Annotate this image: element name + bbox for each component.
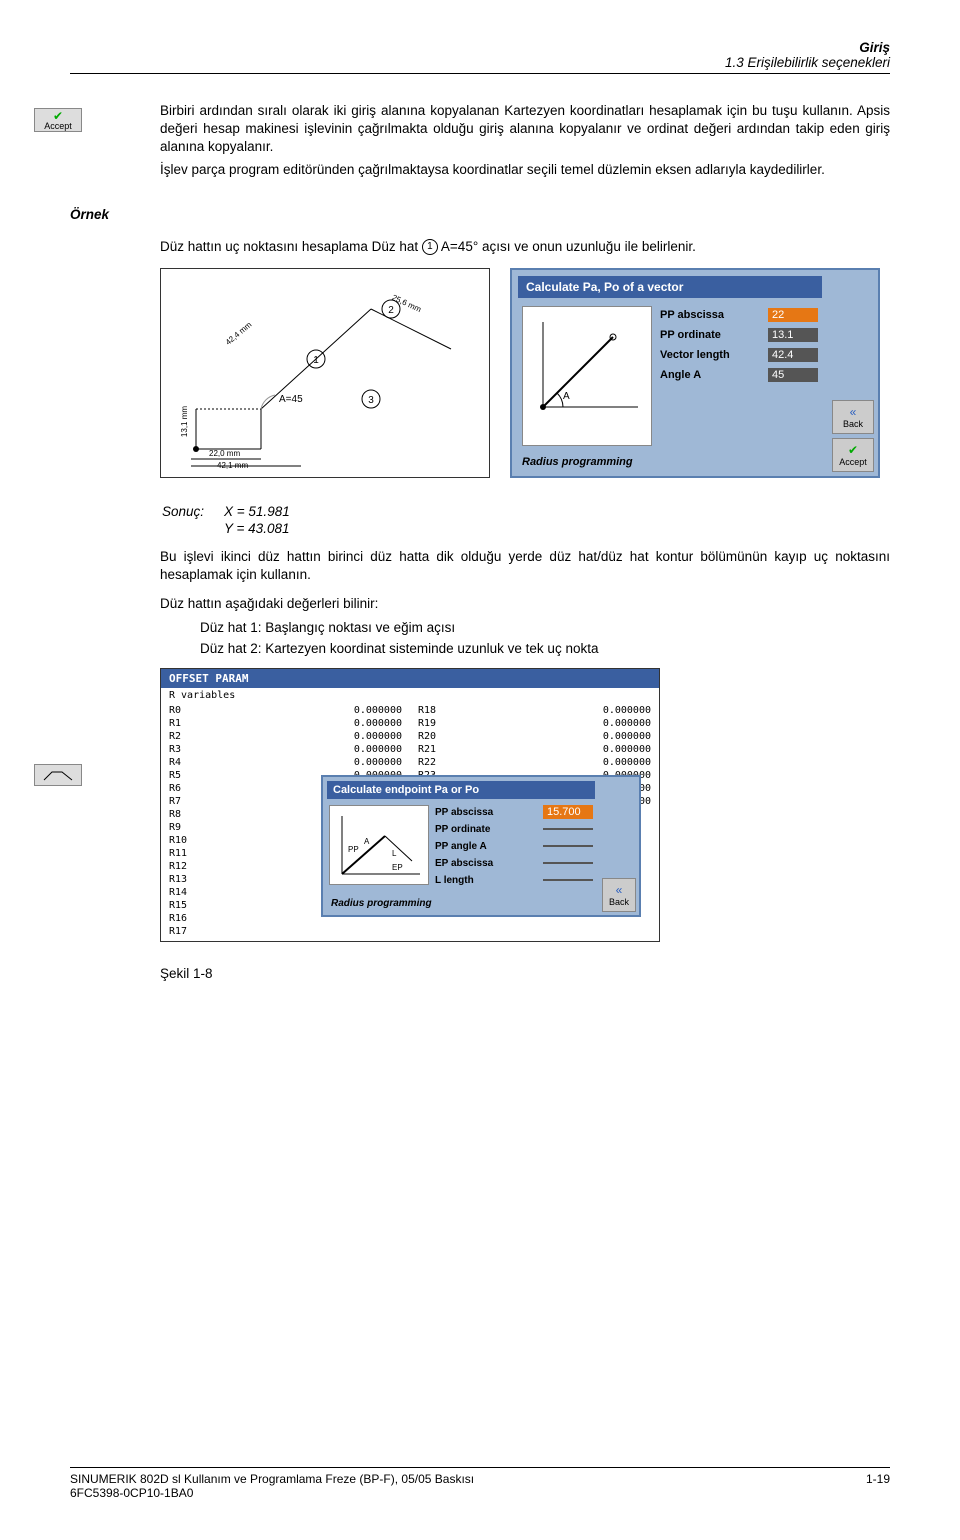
svg-text:L: L	[392, 849, 397, 858]
example-text: Düz hattın uç noktasını hesaplama Düz ha…	[160, 238, 890, 256]
popup-title: Calculate endpoint Pa or Po	[327, 781, 595, 799]
dim-label: 13,1 mm	[180, 406, 189, 437]
popup-diagram: PP A L EP	[329, 805, 429, 885]
line-item-2: Düz hat 2: Kartezyen koordinat sistemind…	[200, 638, 890, 660]
page-number: 1-19	[866, 1472, 890, 1500]
page-footer: SINUMERIK 802D sl Kullanım ve Programlam…	[70, 1467, 890, 1500]
footer-line-2: 6FC5398-0CP10-1BA0	[70, 1486, 474, 1500]
geometry-diagram: 1 2 3 42,4 mm 25,6 mm A=45 13,1 mm 22,0 …	[160, 268, 490, 478]
offset-header: OFFSET PARAM	[161, 669, 659, 688]
accept-label: Accept	[44, 122, 72, 131]
svg-text:A: A	[364, 837, 370, 846]
example-text-a: Düz hattın uç noktasını hesaplama Düz ha…	[160, 239, 422, 254]
figure-row-1: 1 2 3 42,4 mm 25,6 mm A=45 13,1 mm 22,0 …	[160, 268, 890, 478]
svg-text:3: 3	[368, 395, 374, 406]
calc-form: PP abscissa22 PP ordinate13.1 Vector len…	[660, 306, 818, 446]
svg-text:1: 1	[313, 355, 319, 366]
header-subtitle: 1.3 Erişilebilirlik seçenekleri	[70, 55, 890, 70]
vector-length-field[interactable]: 42.4	[768, 348, 818, 362]
result-block: Sonuç: X = 51.981 Y = 43.081	[160, 502, 890, 538]
figure-caption: Şekil 1-8	[160, 966, 890, 981]
back-button[interactable]: «Back	[832, 400, 874, 434]
calc-endpoint-popup: Calculate endpoint Pa or Po PP A L EP	[321, 775, 641, 917]
pp-ordinate-field[interactable]: 13.1	[768, 328, 818, 342]
example-text-b: A=45° açısı ve onun uzunluğu ile belirle…	[441, 239, 696, 254]
popup-abscissa-field[interactable]: 15.700	[543, 805, 593, 819]
dim-label: 22,0 mm	[209, 449, 240, 458]
offset-param-panel: OFFSET PARAM R variables R00.000000R10.0…	[160, 668, 660, 942]
arrow-icon: «	[616, 883, 623, 897]
popup-form: PP abscissa15.700 PP ordinate PP angle A…	[435, 805, 593, 890]
example-heading: Örnek	[70, 207, 890, 222]
svg-text:EP: EP	[392, 863, 403, 872]
check-icon: ✔	[53, 110, 63, 122]
radius-prog-label: Radius programming	[518, 454, 822, 470]
paragraph-1: Birbiri ardından sıralı olarak iki giriş…	[160, 102, 890, 157]
calculate-vector-panel: Calculate Pa, Po of a vector A	[510, 268, 880, 478]
dim-label: 42,1 mm	[217, 461, 248, 470]
result-label: Sonuç:	[162, 504, 222, 519]
angle-a-field[interactable]: 45	[768, 368, 818, 382]
check-icon: ✔	[848, 443, 858, 457]
footer-line-1: SINUMERIK 802D sl Kullanım ve Programlam…	[70, 1472, 474, 1486]
calc-diagram: A	[522, 306, 652, 446]
svg-text:PP: PP	[348, 845, 359, 854]
pp-abscissa-field[interactable]: 22	[768, 308, 818, 322]
line-item-1: Düz hat 1: Başlangıç noktası ve eğim açı…	[200, 617, 890, 639]
popup-ordinate-field[interactable]	[543, 828, 593, 830]
result-y: Y = 43.081	[224, 521, 308, 536]
popup-angle-field[interactable]	[543, 845, 593, 847]
result-x: X = 51.981	[224, 504, 308, 519]
paragraph-3: Bu işlevi ikinci düz hattın birinci düz …	[160, 548, 890, 584]
svg-text:A: A	[563, 391, 570, 402]
arrow-icon: «	[850, 405, 857, 419]
accept-button-icon: ✔ Accept	[34, 108, 82, 132]
popup-ep-abscissa-field[interactable]	[543, 862, 593, 864]
paragraph-4: Düz hattın aşağıdaki değerleri bilinir:	[160, 595, 890, 613]
angle-label: A=45	[279, 394, 303, 405]
accept-button[interactable]: ✔Accept	[832, 438, 874, 472]
popup-bottom-label: Radius programming	[327, 896, 595, 911]
header-title: Giriş	[70, 40, 890, 55]
calc-title: Calculate Pa, Po of a vector	[518, 276, 822, 298]
popup-length-field[interactable]	[543, 879, 593, 881]
svg-text:2: 2	[388, 305, 394, 316]
page-header: Giriş 1.3 Erişilebilirlik seçenekleri	[70, 40, 890, 74]
offset-sub: R variables	[161, 688, 659, 703]
popup-back-button[interactable]: «Back	[602, 878, 636, 912]
paragraph-2: İşlev parça program editöründen çağrılma…	[160, 161, 890, 179]
function-icon	[34, 764, 82, 786]
circle-1-icon: 1	[422, 239, 438, 255]
